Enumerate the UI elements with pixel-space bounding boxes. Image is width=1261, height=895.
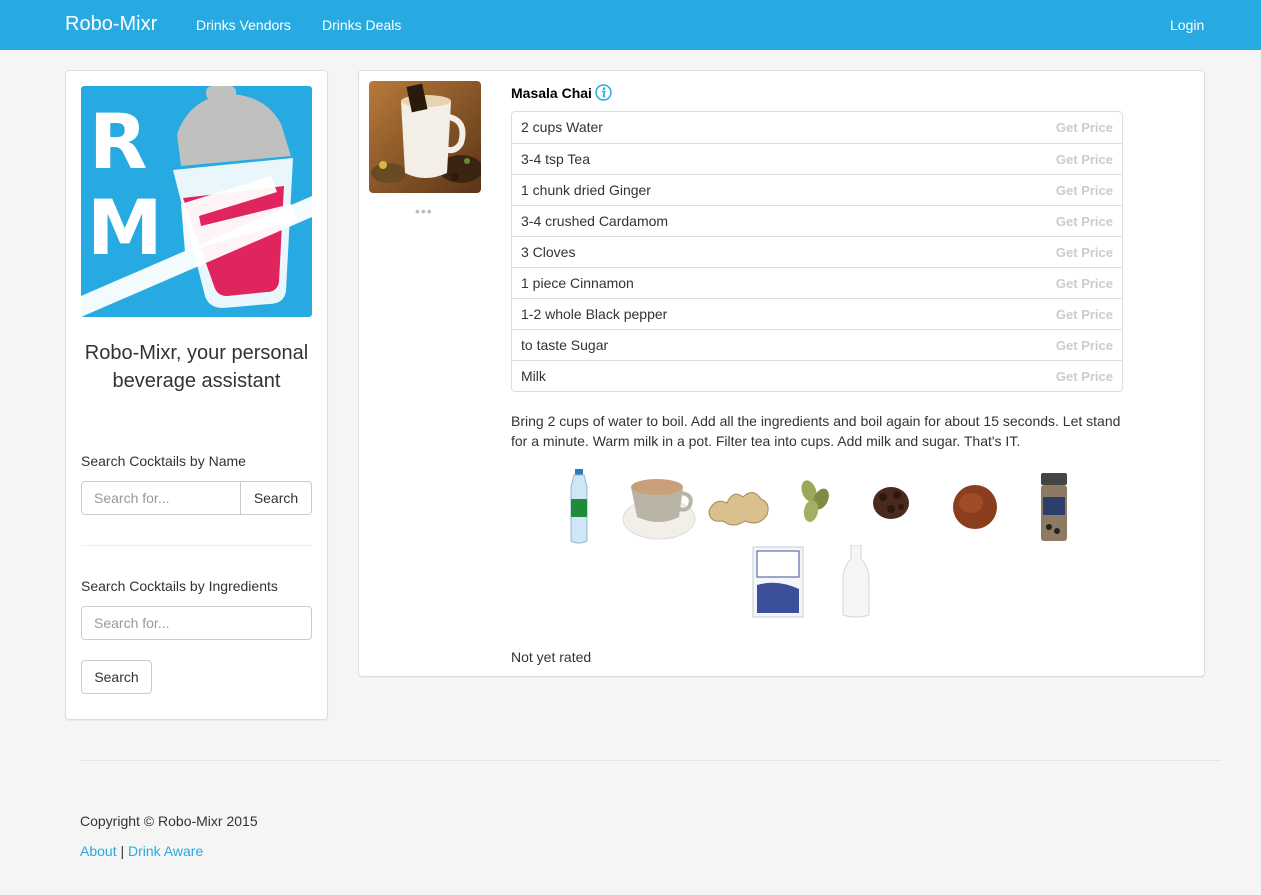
get-price-link[interactable]: Get Price [1056,245,1113,260]
info-icon[interactable] [595,84,612,101]
ingredient-row: 3-4 tsp Tea Get Price [512,143,1122,174]
ingredient-row: 1-2 whole Black pepper Get Price [512,298,1122,329]
search-by-ingredients-input[interactable] [81,606,312,640]
search-by-name-group: Search [81,481,312,515]
black-pepper-image [1041,473,1067,541]
nav-drinks-vendors[interactable]: Drinks Vendors [196,17,291,33]
ingredient-name: 3-4 tsp Tea [521,151,591,167]
water-bottle-image [570,469,588,544]
cloves-image [873,487,909,519]
get-price-link[interactable]: Get Price [1056,369,1113,384]
ingredient-name: 3 Cloves [521,244,576,260]
top-navbar: Robo-Mixr Drinks Vendors Drinks Deals Lo… [0,0,1261,50]
sidebar-divider [81,545,312,546]
milk-bottle-image [842,545,870,618]
drink-rating: Not yet rated [511,649,592,665]
footer-divider [80,760,1221,761]
search-by-ingredients-button[interactable]: Search [81,660,152,694]
ingredient-name: 1 chunk dried Ginger [521,182,651,198]
search-by-name-label: Search Cocktails by Name [81,453,246,469]
ingredient-row: 3 Cloves Get Price [512,236,1122,267]
get-price-link[interactable]: Get Price [1056,120,1113,135]
ingredient-row: 1 piece Cinnamon Get Price [512,267,1122,298]
cardamom-image [801,480,829,522]
robo-mixr-logo: R M [81,86,312,317]
ingredient-row: to taste Sugar Get Price [512,329,1122,360]
cinnamon-image [953,485,997,529]
nav-drinks-deals[interactable]: Drinks Deals [322,17,401,33]
ingredient-row: 2 cups Water Get Price [512,112,1122,143]
drink-instructions: Bring 2 cups of water to boil. Add all t… [511,413,1121,449]
drink-title: Masala Chai [511,84,612,101]
ingredient-list: 2 cups Water Get Price 3-4 tsp Tea Get Pri… [511,111,1123,392]
about-link[interactable]: About [80,843,117,859]
get-price-link[interactable]: Get Price [1056,183,1113,198]
drink-panel: ••• Masala Chai 2 cups Water Get Price 3-… [358,70,1205,677]
search-by-ingredients-label: Search Cocktails by Ingredients [81,578,278,594]
drink-title-text: Masala Chai [511,85,592,101]
ingredient-name: to taste Sugar [521,337,609,353]
ingredient-name: 2 cups Water [521,119,603,135]
ingredient-name: Milk [521,368,546,384]
more-options-icon[interactable]: ••• [415,203,433,219]
ingredient-name: 3-4 crushed Cardamom [521,213,669,229]
footer-copyright: Copyright © Robo-Mixr 2015 [80,813,258,829]
get-price-link[interactable]: Get Price [1056,214,1113,229]
get-price-link[interactable]: Get Price [1056,338,1113,353]
get-price-link[interactable]: Get Price [1056,276,1113,291]
search-by-name-button[interactable]: Search [240,481,312,515]
ingredient-name: 1 piece Cinnamon [521,275,634,291]
drink-thumbnail[interactable] [369,81,481,193]
get-price-link[interactable]: Get Price [1056,307,1113,322]
login-link[interactable]: Login [1170,17,1204,33]
logo-letter-r: R [89,97,148,186]
brand-link[interactable]: Robo-Mixr [65,13,157,36]
logo-letter-m: M [87,183,163,272]
tea-cup-image [622,479,696,540]
footer-links: About | Drink Aware [80,843,203,859]
ingredient-row: 3-4 crushed Cardamom Get Price [512,205,1122,236]
sidebar-panel: R M Robo-Mixr, your personal beverage as… [65,70,328,720]
footer-separator: | [120,843,125,859]
sugar-bag-image [752,546,804,618]
ginger-image [708,492,769,526]
ingredient-row: Milk Get Price [512,360,1122,391]
ingredient-name: 1-2 whole Black pepper [521,306,668,322]
search-by-name-input[interactable] [81,481,241,515]
drink-aware-link[interactable]: Drink Aware [128,843,203,859]
ingredient-row: 1 chunk dried Ginger Get Price [512,174,1122,205]
sidebar-tagline: Robo-Mixr, your personal beverage assist… [84,342,309,392]
get-price-link[interactable]: Get Price [1056,152,1113,167]
